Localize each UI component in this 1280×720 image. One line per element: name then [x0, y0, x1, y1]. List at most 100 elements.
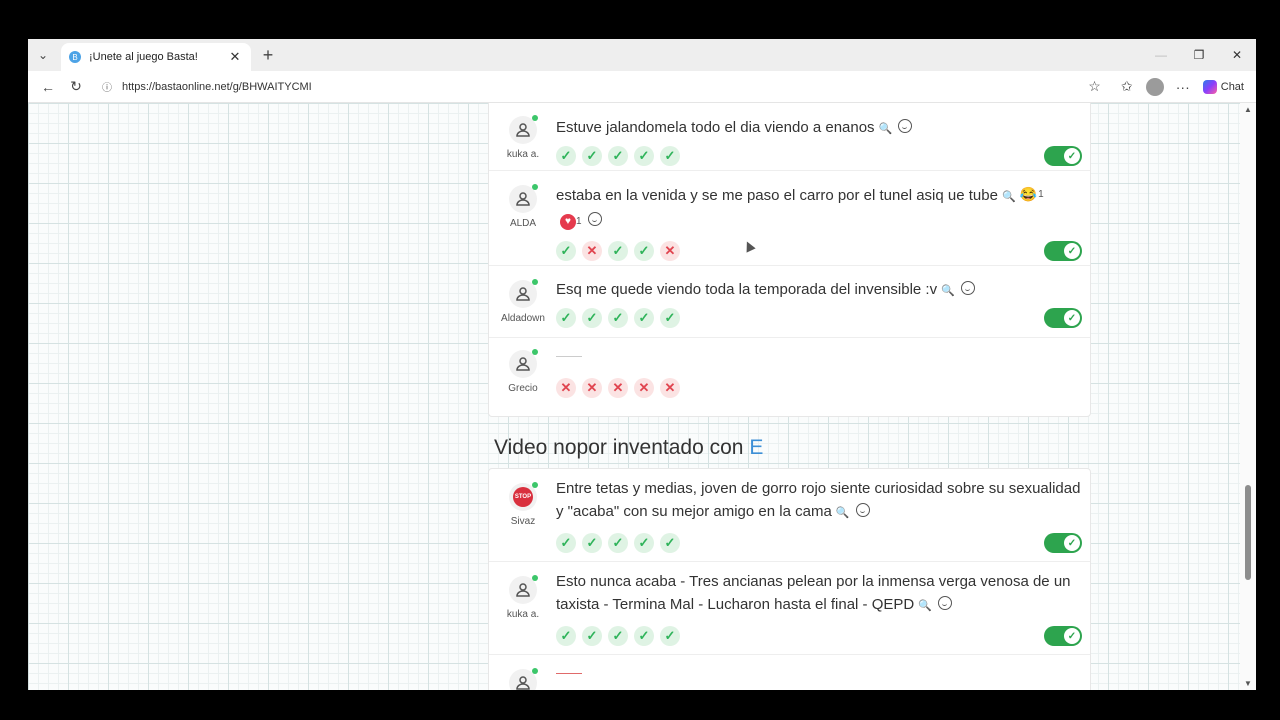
toggle-check-icon: ✓: [1064, 243, 1080, 259]
vote-check-icon: ✓: [634, 533, 654, 553]
avatar: [509, 575, 538, 604]
answer-row: Grecio ✕ ✕ ✕ ✕ ✕: [489, 338, 1090, 416]
reload-icon[interactable]: ↻: [62, 73, 90, 101]
vote-check-icon: ✓: [660, 533, 680, 553]
vote-check-icon: ✓: [608, 308, 628, 328]
answer-row: kuka a. Estuve jalandomela todo el dia v…: [489, 103, 1090, 171]
add-reaction-icon[interactable]: [587, 212, 602, 226]
answer-text: Esq me quede viendo toda la temporada de…: [556, 281, 938, 298]
empty-answer-line: [556, 673, 582, 674]
reaction-laugh[interactable]: 😂 1: [1020, 183, 1044, 206]
add-reaction-icon[interactable]: [960, 281, 975, 295]
vote-check-icon: ✓: [556, 626, 576, 646]
answer-text-block: Estuve jalandomela todo el dia viendo a …: [556, 116, 1086, 141]
answer-text-block: [556, 661, 1086, 674]
answer-text-block: estaba en la venida y se me paso el carr…: [556, 183, 1086, 233]
answer-text-block: Esto nunca acaba - Tres ancianas pelean …: [556, 570, 1086, 618]
add-reaction-icon[interactable]: [855, 503, 870, 517]
votes: ✓ ✕ ✓ ✓ ✕: [556, 241, 680, 261]
chat-label: Chat: [1220, 80, 1244, 93]
search-icon[interactable]: 🔍: [1002, 191, 1016, 203]
vote-check-icon: ✓: [660, 146, 680, 166]
votes: ✓ ✓ ✓ ✓ ✓: [556, 626, 680, 646]
address-bar[interactable]: ⓘ https://bastaonline.net/g/BHWAITYCMI ☆: [96, 74, 1107, 99]
tab-list-chevron-icon[interactable]: ⌄: [28, 39, 58, 71]
toggle-check-icon: ✓: [1064, 310, 1080, 326]
answer-text-block: Esq me quede viendo toda la temporada de…: [556, 278, 1086, 303]
heart-icon: ♥: [560, 213, 576, 230]
votes: ✓ ✓ ✓ ✓ ✓: [556, 146, 680, 166]
new-tab-plus-icon[interactable]: +: [258, 45, 278, 66]
online-indicator: [532, 184, 538, 190]
avatar: STOP: [509, 482, 538, 511]
copilot-chat-button[interactable]: Chat: [1197, 79, 1250, 94]
vote-check-icon: ✓: [634, 146, 654, 166]
vote-check-icon: ✓: [608, 146, 628, 166]
vote-check-icon: ✓: [556, 146, 576, 166]
online-indicator: [532, 482, 538, 488]
browser-toolbar: ← ↻ ⓘ https://bastaonline.net/g/BHWAITYC…: [28, 71, 1256, 103]
search-icon[interactable]: 🔍: [836, 507, 850, 519]
avatar: [509, 115, 538, 144]
scrollbar-thumb[interactable]: [1245, 485, 1251, 580]
reaction-heart[interactable]: ♥ 1: [560, 210, 582, 233]
avatar: [509, 279, 538, 308]
window-controls: — ❐ ✕: [1142, 39, 1256, 71]
tab-active[interactable]: B ¡Unete al juego Basta! ✕: [61, 43, 251, 71]
vote-cross-icon: ✕: [660, 241, 680, 261]
answer-row: STOP Sivaz Entre tetas y medias, joven d…: [489, 469, 1090, 562]
page-scrollbar[interactable]: ▲ ▼: [1240, 103, 1256, 690]
scroll-down-arrow-icon[interactable]: ▼: [1244, 679, 1252, 688]
add-reaction-icon[interactable]: [898, 119, 913, 133]
user-icon: [516, 676, 530, 690]
stop-sign-icon: STOP: [513, 487, 533, 507]
tab-close-icon[interactable]: ✕: [227, 49, 243, 65]
search-icon[interactable]: 🔍: [941, 285, 955, 297]
vote-check-icon: ✓: [582, 626, 602, 646]
valid-toggle[interactable]: ✓: [1044, 626, 1082, 646]
minimize-icon[interactable]: —: [1142, 39, 1180, 71]
vote-cross-icon: ✕: [582, 241, 602, 261]
answer-text: estaba en la venida y se me paso el carr…: [556, 187, 998, 204]
answer-text-block: Entre tetas y medias, joven de gorro roj…: [556, 477, 1086, 525]
online-indicator: [532, 349, 538, 355]
url-text[interactable]: https://bastaonline.net/g/BHWAITYCMI: [122, 81, 1088, 93]
player-name: kuka a.: [506, 149, 540, 160]
favorite-star-icon[interactable]: ☆: [1088, 78, 1101, 95]
votes: ✓ ✓ ✓ ✓ ✓: [556, 533, 680, 553]
profile-avatar[interactable]: [1141, 73, 1169, 101]
vote-cross-icon: ✕: [634, 378, 654, 398]
answer-row: ALDA estaba en la venida y se me paso el…: [489, 171, 1090, 266]
more-menu-icon[interactable]: ···: [1169, 73, 1197, 101]
online-indicator: [532, 115, 538, 121]
profile-icon: [1145, 77, 1164, 96]
player: ALDA: [501, 184, 545, 229]
maximize-icon[interactable]: ❐: [1180, 39, 1218, 71]
valid-toggle[interactable]: ✓: [1044, 146, 1082, 166]
valid-toggle[interactable]: ✓: [1044, 533, 1082, 553]
avatar: [509, 349, 538, 378]
answer-row: [489, 655, 1090, 690]
scroll-up-arrow-icon[interactable]: ▲: [1244, 105, 1252, 114]
search-icon[interactable]: 🔍: [918, 600, 932, 612]
add-reaction-icon[interactable]: [937, 596, 952, 610]
player-name: Aldadown: [501, 313, 545, 324]
site-info-icon[interactable]: ⓘ: [102, 79, 116, 94]
player-name: kuka a.: [506, 609, 540, 620]
reaction-count: 1: [1038, 189, 1044, 200]
player-name: ALDA: [509, 218, 537, 229]
laugh-emoji-icon: 😂: [1019, 186, 1038, 202]
favorites-icon[interactable]: ✩: [1113, 73, 1141, 101]
avatar: [509, 668, 538, 690]
player-name: Grecio: [508, 383, 538, 394]
back-arrow-icon[interactable]: ←: [34, 73, 62, 101]
vote-check-icon: ✓: [582, 308, 602, 328]
search-icon[interactable]: 🔍: [879, 123, 893, 135]
close-window-icon[interactable]: ✕: [1218, 39, 1256, 71]
valid-toggle[interactable]: ✓: [1044, 308, 1082, 328]
vote-check-icon: ✓: [556, 308, 576, 328]
player-name: Sivaz: [510, 516, 536, 527]
toggle-check-icon: ✓: [1064, 628, 1080, 644]
copilot-icon: [1202, 79, 1217, 94]
valid-toggle[interactable]: ✓: [1044, 241, 1082, 261]
